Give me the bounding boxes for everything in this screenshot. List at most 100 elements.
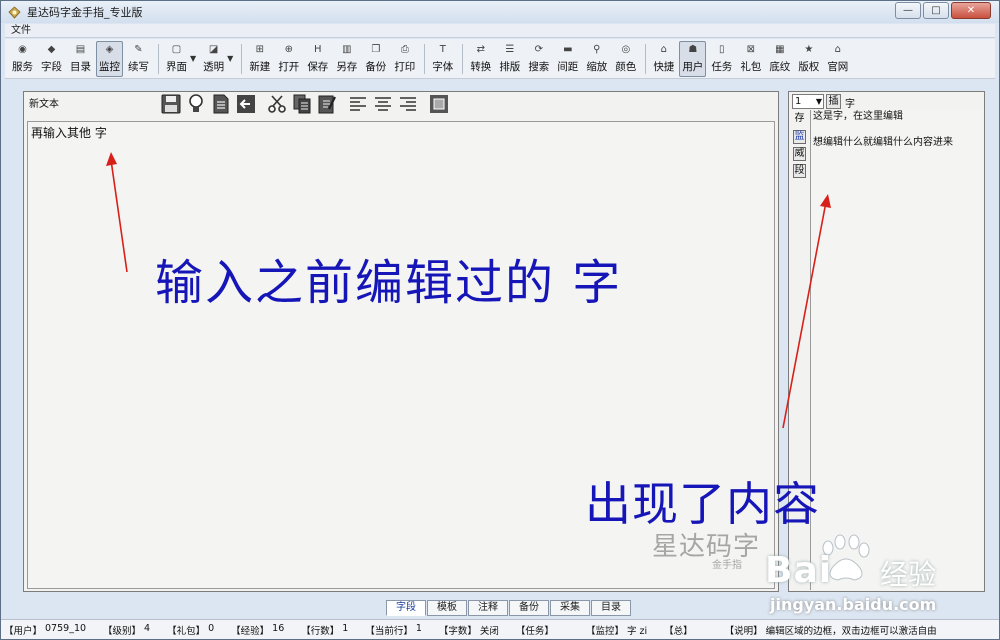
majestic-field-button[interactable]: 威 (793, 147, 806, 161)
baidu-url: jingyan.baidu.com (770, 595, 937, 614)
toolbar-button-20[interactable]: ⌂ 快捷 (650, 41, 677, 77)
paste-icon[interactable] (315, 93, 338, 115)
toolbar-button-16[interactable]: ⟳ 搜索 (525, 41, 552, 77)
tab-templates[interactable]: 模板 (427, 600, 467, 616)
title-bar[interactable]: 星达码字金手指_专业版 — □ ✕ (1, 1, 999, 23)
align-left-icon[interactable] (346, 93, 369, 115)
toolbar-button-23[interactable]: ⊠ 礼包 (737, 41, 764, 77)
baidu-wordmark: Bai (765, 550, 833, 591)
align-center-icon[interactable] (371, 93, 394, 115)
toolbar-button-18[interactable]: ⚲ 缩放 (583, 41, 610, 77)
chevron-down-icon[interactable]: ▼ (227, 54, 233, 63)
toolbar-label: 另存 (336, 61, 358, 73)
tab-backup[interactable]: 备份 (509, 600, 549, 616)
toolbar-label: 用户 (682, 61, 704, 73)
toolbar-button-21[interactable]: ☗ 用户 (679, 40, 707, 77)
bulb-icon[interactable] (184, 93, 207, 115)
toolbar-button-7[interactable]: ⊞ 新建 (246, 41, 273, 77)
maximize-button[interactable]: □ (923, 2, 949, 19)
toolbar-button-2[interactable]: ▤ 目录 (67, 41, 94, 77)
field-number-select[interactable]: 1 ▼ (792, 94, 824, 109)
toolbar-button-12[interactable]: ⎙ 打印 (391, 41, 418, 77)
status-item-0: 【用户】 0759_10 (1, 623, 86, 637)
annotation-right: 出现了内容 (585, 477, 820, 531)
field-name-text[interactable]: 字 (845, 95, 855, 110)
side-button-column: 存 监 威 段 (792, 113, 809, 181)
toolbar-label: 转换 (470, 61, 492, 73)
toolbar-button-14[interactable]: ⇄ 转换 (467, 41, 494, 77)
refresh-search-icon: ⟳ (534, 44, 543, 55)
back-arrow-icon[interactable] (234, 93, 257, 115)
toolbar-button-22[interactable]: ▯ 任务 (708, 41, 735, 77)
field-line-1: 这是字，在这里编辑 (813, 111, 903, 122)
toolbar-button-4[interactable]: ✎ 续写 (125, 41, 152, 77)
toolbar-separator (241, 43, 243, 74)
toolbar-label: 透明 (203, 61, 225, 73)
status-value: 0 (208, 622, 215, 634)
tab-collect[interactable]: 采集 (550, 600, 590, 616)
toolbar-button-5[interactable]: ▢ 界面 (163, 41, 190, 77)
fullscreen-icon[interactable] (427, 93, 450, 115)
toolbar-button-1[interactable]: ◆ 字段 (38, 41, 65, 77)
toolbar-button-15[interactable]: ☰ 排版 (496, 41, 523, 77)
status-key: 【当前行】 (365, 625, 413, 637)
monitor-field-button[interactable]: 监 (793, 130, 806, 144)
toolbar-label: 任务 (711, 61, 733, 73)
tab-catalog[interactable]: 目录 (591, 600, 631, 616)
copy-icon[interactable] (290, 93, 313, 115)
close-button[interactable]: ✕ (951, 2, 991, 19)
insert-button[interactable]: 插 (826, 94, 841, 109)
toolbar-label: 快捷 (653, 61, 675, 73)
toolbar-button-0[interactable]: ◉ 服务 (9, 41, 36, 77)
toolbar-label: 打开 (278, 61, 300, 73)
window-title: 星达码字金手指_专业版 (27, 6, 143, 19)
document-title: 新文本 (29, 99, 59, 110)
window-controls: — □ ✕ (893, 2, 991, 19)
status-item-8: 【监控】字 zi (583, 623, 647, 637)
toolbar-button-8[interactable]: ⊕ 打开 (275, 41, 302, 77)
app-logo-icon (7, 5, 21, 19)
field-content-editor[interactable]: 这是字，在这里编辑 想编辑什么就编辑什么内容进来 (810, 110, 982, 590)
home-icon: ⌂ (834, 44, 841, 55)
toolbar-button-19[interactable]: ◎ 颜色 (612, 41, 639, 77)
toolbar-button-9[interactable]: H 保存 (304, 41, 331, 77)
paragraph-field-button[interactable]: 段 (793, 164, 806, 178)
main-toolbar: ◉ 服务 ◆ 字段 ▤ 目录 ◈ 监控 ✎ 续写 ▢ 界面 ▼ ◪ 透明 ▼ ⊞ 新建 ⊕ 打开 H 保存 ▥ 另存 ❐ 备份 ⎙ 打… (5, 39, 995, 79)
save-field-button[interactable]: 存 (793, 113, 806, 127)
align-right-icon[interactable] (396, 93, 419, 115)
status-bar: 【用户】 0759_10 【级别】 4 【礼包】 0 【经验】 16 【行数】 1 【当前行】 1 【字… (1, 619, 999, 639)
toolbar-label: 服务 (12, 61, 33, 73)
zoom-icon: ⚲ (593, 44, 601, 55)
tab-fields[interactable]: 字段 (386, 600, 426, 616)
toolbar-button-6[interactable]: ◪ 透明 (200, 41, 227, 77)
open-icon: ⊕ (284, 44, 293, 55)
toolbar-button-26[interactable]: ⌂ 官网 (824, 41, 851, 77)
diamond-move-icon: ◆ (47, 44, 56, 55)
minimize-button[interactable]: — (895, 2, 921, 19)
toolbar-button-13[interactable]: T 字体 (429, 41, 456, 77)
tab-notes[interactable]: 注释 (468, 600, 508, 616)
toolbar-button-3[interactable]: ◈ 监控 (96, 40, 123, 77)
document-icon[interactable] (209, 93, 232, 115)
toolbar-label: 间距 (557, 61, 579, 73)
editor-content[interactable]: 再输入其他 字 (31, 124, 107, 141)
status-value: 字 zi (626, 625, 648, 637)
save-icon[interactable] (159, 93, 182, 115)
toolbar-button-10[interactable]: ▥ 另存 (333, 41, 360, 77)
toolbar-button-17[interactable]: ▬ 间距 (554, 41, 581, 77)
scissors-icon[interactable] (265, 93, 288, 115)
status-key: 【级别】 (103, 625, 142, 637)
status-item-1: 【级别】 4 (100, 623, 150, 637)
menu-file[interactable]: 文件 (11, 25, 31, 36)
toolbar-label: 打印 (394, 61, 416, 73)
toolbar-separator (158, 43, 159, 74)
new-file-icon: ⊞ (255, 44, 264, 55)
toolbar-button-24[interactable]: ▦ 底纹 (766, 41, 793, 77)
status-key: 【总】 (664, 625, 693, 637)
opacity-icon: ◪ (208, 44, 219, 55)
toolbar-label: 界面 (166, 61, 187, 73)
chevron-down-icon[interactable]: ▼ (190, 54, 196, 63)
toolbar-button-25[interactable]: ★ 版权 (795, 41, 822, 77)
toolbar-button-11[interactable]: ❐ 备份 (362, 41, 389, 77)
toolbar-label: 官网 (827, 61, 849, 73)
